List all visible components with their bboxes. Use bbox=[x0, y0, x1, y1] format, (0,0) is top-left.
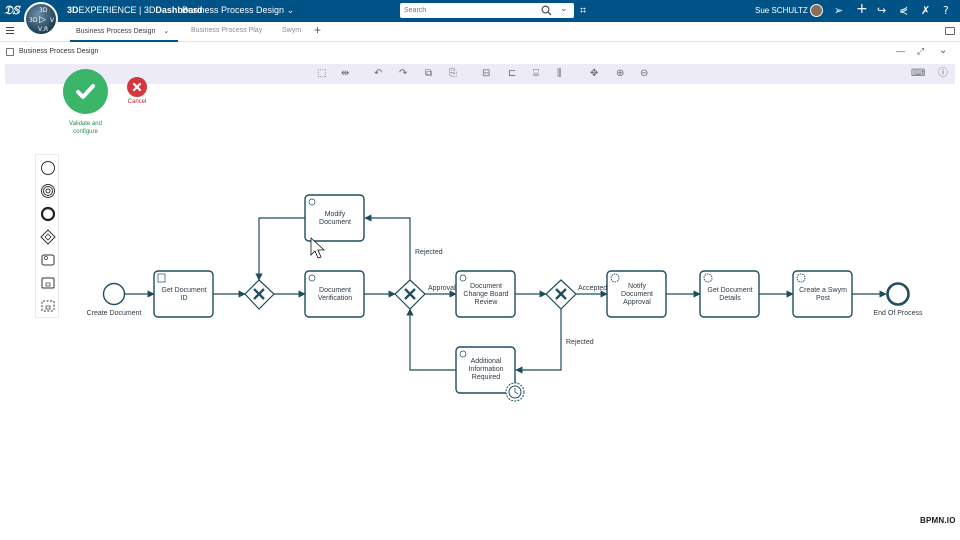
exclusive-gateway-2[interactable] bbox=[394, 279, 426, 310]
task-label-line: Document bbox=[621, 291, 653, 298]
task-label-line: Get Document bbox=[707, 287, 752, 294]
flow-modify-to-gw1[interactable] bbox=[255, 217, 305, 281]
task-label-line: Create a Swym bbox=[799, 287, 847, 294]
compass-left-label: 3D bbox=[29, 17, 38, 24]
flow-gw2-rejected-to-modify[interactable] bbox=[364, 214, 411, 280]
task-document-change-board-review[interactable]: Document Change Board Review bbox=[455, 270, 516, 318]
flow-gw3-rejected-to-additional[interactable] bbox=[515, 309, 562, 374]
flow-additional-to-gw2[interactable] bbox=[406, 308, 456, 371]
start-event-label: Create Document bbox=[87, 310, 142, 317]
compass-bottom-label: V,R bbox=[38, 26, 49, 33]
flow-label-accepted: Accepted bbox=[578, 285, 607, 292]
bpmn-diagram: Get Document ID Modify Document Document… bbox=[87, 194, 923, 402]
task-label-line: Notify bbox=[628, 283, 646, 290]
flow-label-approval: Approval bbox=[428, 285, 456, 292]
flow-label-rejected: Rejected bbox=[415, 249, 443, 256]
task-label-line: Change Board bbox=[463, 291, 508, 298]
task-label-line: Review bbox=[475, 299, 499, 306]
task-label-line: Get Document bbox=[161, 287, 206, 294]
compass-top-label: 3D bbox=[39, 7, 48, 14]
task-label-line: Document bbox=[470, 283, 502, 290]
task-label-line: Post bbox=[816, 295, 830, 302]
task-document-verification[interactable]: Document Verification bbox=[304, 270, 365, 318]
compass-right-label: V bbox=[50, 17, 55, 24]
end-event-label: End Of Process bbox=[873, 310, 923, 317]
task-label-line: Additional bbox=[471, 358, 502, 365]
task-get-document-id[interactable]: Get Document ID bbox=[153, 270, 214, 318]
flow-label-rejected: Rejected bbox=[566, 339, 594, 346]
start-event[interactable] bbox=[102, 282, 126, 306]
task-label-line: Document bbox=[319, 287, 351, 294]
task-label-line: Approval bbox=[623, 299, 651, 306]
task-label-line: Information bbox=[468, 366, 503, 373]
task-modify-document[interactable]: Modify Document bbox=[304, 194, 365, 242]
task-label-line: Details bbox=[719, 295, 741, 302]
exclusive-gateway-1[interactable] bbox=[244, 279, 275, 310]
play-icon: ▷ bbox=[39, 15, 46, 25]
task-create-swym-post[interactable]: Create a Swym Post bbox=[792, 270, 853, 318]
task-label-line: Required bbox=[472, 374, 501, 381]
task-additional-information-required[interactable]: Additional Information Required bbox=[455, 346, 525, 402]
timer-boundary-event-icon[interactable] bbox=[505, 382, 525, 402]
compass-icon[interactable]: 3D 3D ▷ V V,R bbox=[24, 2, 58, 36]
task-label-line: Modify bbox=[325, 211, 346, 218]
task-label-line: Verification bbox=[318, 295, 352, 302]
task-label-line: Document bbox=[319, 219, 351, 226]
exclusive-gateway-3[interactable] bbox=[545, 279, 577, 310]
task-notify-document-approval[interactable]: Notify Document Approval bbox=[606, 270, 667, 318]
task-get-document-details[interactable]: Get Document Details bbox=[699, 270, 760, 318]
task-label-line: ID bbox=[181, 295, 188, 302]
end-event[interactable] bbox=[886, 282, 910, 306]
bpmn-io-logo[interactable]: BPMN.IO bbox=[920, 516, 956, 525]
